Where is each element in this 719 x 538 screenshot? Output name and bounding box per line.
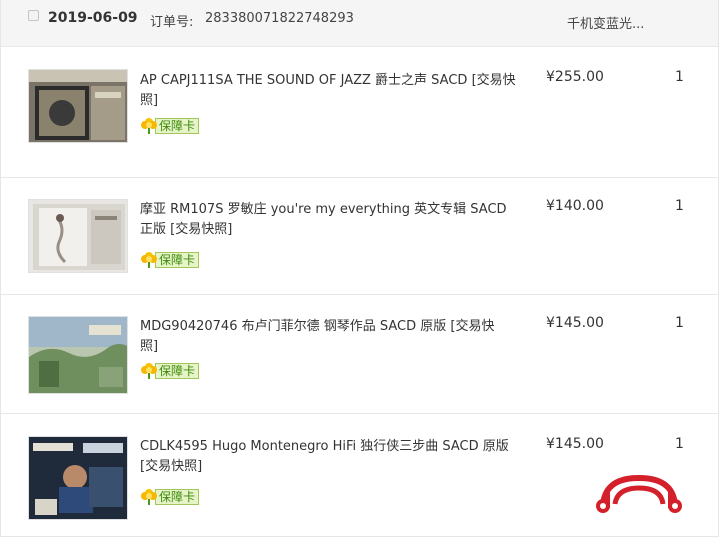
product-thumbnail[interactable] xyxy=(28,316,128,394)
item-quantity: 1 xyxy=(675,315,684,331)
order-card: 2019-06-09 订单号: 283380071822748293 千机变蓝光… xyxy=(0,0,719,537)
flower-icon xyxy=(141,362,157,380)
item-quantity: 1 xyxy=(675,69,684,85)
badge-label: 保障卡 xyxy=(155,363,200,379)
product-title-link[interactable]: MDG90420746 布卢门菲尔德 钢琴作品 SACD 原版 [交易快照] xyxy=(140,317,504,357)
badge-label: 保障卡 xyxy=(155,252,200,268)
item-quantity: 1 xyxy=(675,436,684,452)
guarantee-card-badge[interactable]: 保障卡 xyxy=(141,487,200,507)
flower-icon xyxy=(141,117,157,135)
order-item-row: 摩亚 RM107S 罗敏庄 you're my everything 英文专辑 … xyxy=(1,178,718,295)
flower-icon xyxy=(141,488,157,506)
item-price: ¥140.00 xyxy=(546,198,604,214)
badge-label: 保障卡 xyxy=(155,118,200,134)
item-price: ¥145.00 xyxy=(546,436,604,452)
order-number: 283380071822748293 xyxy=(205,11,354,26)
product-title-link[interactable]: AP CAPJ111SA THE SOUND OF JAZZ 爵士之声 SACD… xyxy=(140,71,520,111)
order-header: 2019-06-09 订单号: 283380071822748293 千机变蓝光… xyxy=(1,0,718,47)
headphones-watermark-logo xyxy=(596,474,682,513)
product-thumbnail[interactable] xyxy=(28,199,128,273)
item-price: ¥255.00 xyxy=(546,69,604,85)
guarantee-card-badge[interactable]: 保障卡 xyxy=(141,361,200,381)
guarantee-card-badge[interactable]: 保障卡 xyxy=(141,116,200,136)
badge-label: 保障卡 xyxy=(155,489,200,505)
product-thumbnail[interactable] xyxy=(28,436,128,520)
product-title-link[interactable]: 摩亚 RM107S 罗敏庄 you're my everything 英文专辑 … xyxy=(140,200,512,240)
product-title-link[interactable]: CDLK4595 Hugo Montenegro HiFi 独行侠三步曲 SAC… xyxy=(140,437,512,477)
guarantee-card-badge[interactable]: 保障卡 xyxy=(141,250,200,270)
order-item-row: MDG90420746 布卢门菲尔德 钢琴作品 SACD 原版 [交易快照] 保… xyxy=(1,295,718,414)
shop-name-link[interactable]: 千机变蓝光... xyxy=(567,13,644,32)
flower-icon xyxy=(141,251,157,269)
item-quantity: 1 xyxy=(675,198,684,214)
order-item-row: AP CAPJ111SA THE SOUND OF JAZZ 爵士之声 SACD… xyxy=(1,47,718,178)
order-checkbox[interactable] xyxy=(28,10,39,21)
product-thumbnail[interactable] xyxy=(28,69,128,143)
order-number-label: 订单号: xyxy=(150,15,194,30)
item-price: ¥145.00 xyxy=(546,315,604,331)
order-date: 2019-06-09 xyxy=(48,10,138,26)
